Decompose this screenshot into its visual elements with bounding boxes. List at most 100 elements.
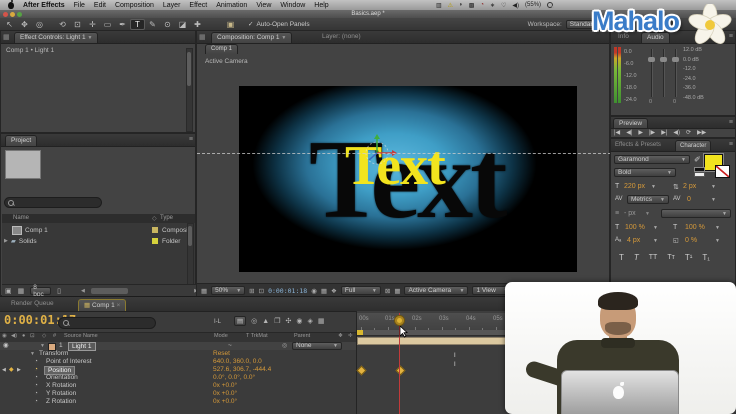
- source-name-col-header[interactable]: Source Name: [64, 333, 98, 339]
- trkmat-col-header[interactable]: T TrkMat: [246, 333, 268, 339]
- leading-value[interactable]: 2 px: [683, 183, 696, 190]
- property-row-point-of-interest[interactable]: ◔ Point of Interest 640.0, 360.0, 0.0: [0, 358, 356, 366]
- chat-icon[interactable]: ◗: [459, 2, 463, 8]
- bit-depth-button[interactable]: 8 bpc: [30, 284, 52, 298]
- composition-viewport[interactable]: Text Text: [239, 86, 577, 272]
- tsume-value[interactable]: 0 %: [685, 237, 697, 244]
- inout-columns-toggle[interactable]: I-L: [214, 319, 221, 325]
- stroke-width-value[interactable]: - px: [624, 210, 636, 217]
- auto-keyframe-icon[interactable]: ◈: [307, 317, 312, 325]
- keyframe-diamond[interactable]: [356, 365, 367, 376]
- work-area-start-handle[interactable]: [357, 330, 363, 335]
- snapshot-icon[interactable]: ◉: [311, 287, 317, 295]
- hscale-caret-icon[interactable]: ▼: [715, 225, 720, 231]
- channels-icon[interactable]: ❖: [331, 287, 337, 295]
- keyframe-diamond[interactable]: [395, 365, 406, 376]
- preview-panel-menu-icon[interactable]: ≡: [729, 119, 733, 126]
- timeline-search-input[interactable]: [58, 317, 156, 329]
- eraser-tool-icon[interactable]: ◪: [175, 19, 190, 30]
- tab-preview[interactable]: Preview: [613, 118, 649, 128]
- video-col-icon[interactable]: ◉: [2, 333, 7, 339]
- parent-dropdown[interactable]: None ▼: [292, 342, 342, 350]
- view-dropdown[interactable]: Active Camera ▼: [404, 286, 469, 295]
- comp-miniflow-icon[interactable]: ▤: [234, 316, 247, 326]
- property-value[interactable]: 0x +0.0°: [213, 398, 237, 406]
- play-button[interactable]: ▶: [638, 129, 643, 136]
- stroke-style-dropdown[interactable]: ▼: [661, 209, 731, 218]
- in-marker[interactable]: I: [454, 362, 456, 368]
- volume-icon[interactable]: ◀): [512, 2, 519, 9]
- property-value[interactable]: 640.0, 360.0, 0.0: [213, 358, 262, 366]
- puppet-pin-tool-icon[interactable]: ✚: [190, 19, 205, 30]
- solo-col-icon[interactable]: ●: [22, 333, 25, 339]
- keyframe-toggle-icon[interactable]: ◆: [9, 366, 14, 374]
- ram-preview-button[interactable]: ▶▶: [697, 129, 706, 136]
- roi-icon[interactable]: ⊠: [385, 287, 390, 295]
- transform-group-row[interactable]: ▼ Transform Reset: [0, 350, 356, 358]
- light-axis-widget[interactable]: [357, 134, 399, 168]
- switches-col-icon[interactable]: ❖: [338, 333, 343, 339]
- trash-icon[interactable]: ▯: [57, 287, 61, 295]
- presenter-video-overlay[interactable]: [505, 282, 736, 414]
- property-row-z-rotation[interactable]: ◔ Z Rotation 0x +0.0°: [0, 398, 356, 406]
- menu-animation[interactable]: Animation: [216, 2, 247, 9]
- tab-composition[interactable]: Composition: Comp 1 ▼: [211, 32, 293, 43]
- menu-app[interactable]: After Effects: [23, 2, 65, 9]
- safe-areas-icon[interactable]: ⊞: [249, 287, 254, 295]
- kerning-dropdown[interactable]: Metrics ▼: [627, 195, 669, 204]
- vscale-caret-icon[interactable]: ▼: [653, 225, 658, 231]
- project-panel-menu-icon[interactable]: ≡: [189, 136, 193, 143]
- project-row-solids[interactable]: ▶ ▰ Solids Folder: [2, 236, 195, 246]
- audio-toggle-button[interactable]: ◀): [673, 129, 680, 136]
- vertical-scale-value[interactable]: 100 %: [625, 224, 645, 231]
- small-caps-button[interactable]: Tт: [667, 254, 674, 261]
- clone-stamp-tool-icon[interactable]: ⊙: [160, 19, 175, 30]
- audio-col-icon[interactable]: ◀): [11, 333, 17, 339]
- draft3d-icon[interactable]: ◎: [251, 317, 257, 325]
- tracking-value[interactable]: 0: [687, 196, 691, 203]
- auto-open-panels-label[interactable]: Auto-Open Panels: [256, 21, 309, 28]
- shy-icon[interactable]: ▲: [262, 318, 269, 325]
- comp-timecode[interactable]: 0:00:01:18: [268, 287, 307, 295]
- character-panel-menu-icon[interactable]: ≡: [729, 141, 733, 148]
- next-keyframe-icon[interactable]: ▶: [17, 366, 21, 374]
- last-frame-button[interactable]: ▶|: [661, 129, 667, 136]
- default-stroke-chip[interactable]: [694, 172, 705, 177]
- menu-effect[interactable]: Effect: [189, 2, 207, 9]
- always-preview-icon[interactable]: ▦: [201, 287, 207, 295]
- number-col-header[interactable]: #: [53, 333, 56, 339]
- superscript-button[interactable]: T¹: [685, 253, 693, 262]
- property-value[interactable]: 0x +0.0°: [213, 382, 237, 390]
- hscroll-left-arrow[interactable]: ◀: [81, 288, 85, 294]
- col-name[interactable]: Name: [13, 215, 29, 221]
- pan-behind-tool-icon[interactable]: ✛: [85, 19, 100, 30]
- stopwatch-icon[interactable]: ◔: [34, 374, 38, 382]
- group-expander-icon[interactable]: ▼: [30, 350, 35, 358]
- loop-button[interactable]: ⟳: [686, 129, 691, 136]
- brush-tool-icon[interactable]: ✎: [145, 19, 160, 30]
- stopwatch-icon[interactable]: ◔: [34, 358, 38, 366]
- tab-effect-controls[interactable]: Effect Controls: Light 1 ▼: [14, 32, 99, 43]
- faux-bold-button[interactable]: T: [619, 253, 624, 262]
- tab-timeline-comp1[interactable]: ▦ Comp 1 ×: [78, 299, 127, 311]
- camera-tool-icon[interactable]: ⊡: [70, 19, 85, 30]
- stroke-width-caret-icon[interactable]: ▼: [645, 211, 650, 217]
- stopwatch-icon[interactable]: ◔: [34, 398, 38, 406]
- tab-render-queue[interactable]: Render Queue: [6, 299, 59, 309]
- display-icon[interactable]: ▥: [436, 2, 442, 9]
- font-size-caret-icon[interactable]: ▼: [651, 184, 656, 190]
- close-tab-icon[interactable]: ×: [117, 302, 121, 309]
- layer-expander-icon[interactable]: ▼: [40, 342, 45, 350]
- magnification-dropdown[interactable]: 50% ▼: [211, 286, 246, 295]
- zoom-tool-icon[interactable]: ◎: [32, 19, 47, 30]
- baseline-caret-icon[interactable]: ▼: [653, 238, 658, 244]
- font-style-dropdown[interactable]: Bold ▼: [614, 168, 676, 177]
- parent-pickwhip-icon[interactable]: ◎: [282, 342, 287, 350]
- motion-blur-icon[interactable]: ✣: [285, 317, 291, 325]
- type-tool-icon[interactable]: T: [130, 18, 145, 30]
- menu-composition[interactable]: Composition: [115, 2, 154, 9]
- lock-col-icon[interactable]: ⊡: [30, 333, 35, 339]
- new-comp-icon[interactable]: ▦: [18, 287, 25, 295]
- battery-percent[interactable]: (55%): [525, 2, 541, 8]
- menu-help[interactable]: Help: [314, 2, 328, 9]
